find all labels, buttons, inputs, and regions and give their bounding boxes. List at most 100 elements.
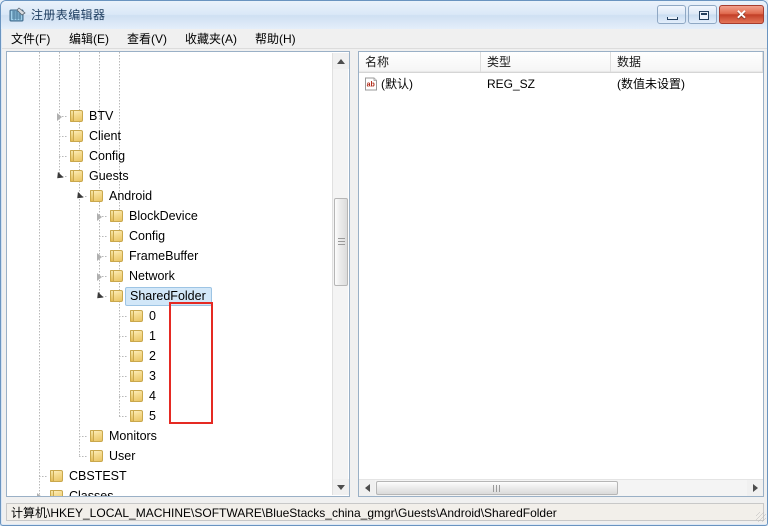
- tree-item-5[interactable]: 5: [113, 406, 156, 426]
- folder-icon: [48, 469, 65, 483]
- registry-tree: BTV Client Config Guests Android BlockDevice C…: [7, 52, 333, 496]
- expand-arrow-icon[interactable]: [33, 490, 46, 496]
- menu-edit[interactable]: 编辑(E): [64, 31, 114, 48]
- scrollbar-thumb-horizontal[interactable]: [376, 481, 618, 495]
- tree-item-label: Monitors: [109, 429, 157, 443]
- tree-item-cbstest[interactable]: CBSTEST: [33, 466, 127, 486]
- table-row[interactable]: ab (默认) REG_SZ (数值未设置): [359, 74, 763, 94]
- folder-icon: [88, 189, 105, 203]
- tree-item-client[interactable]: Client: [53, 126, 121, 146]
- menu-view[interactable]: 查看(V): [122, 31, 172, 48]
- tree-item-label: 0: [149, 309, 156, 323]
- registry-values-pane[interactable]: 名称 类型 数据 ab (默认) REG_SZ (数值未设置): [358, 51, 764, 497]
- expand-arrow-icon[interactable]: [93, 270, 106, 283]
- tree-item-label: 2: [149, 349, 156, 363]
- folder-icon: [68, 129, 85, 143]
- grip-icon: [338, 238, 345, 246]
- scroll-down-button[interactable]: [333, 479, 349, 495]
- registry-tree-pane[interactable]: BTV Client Config Guests Android BlockDevice C…: [6, 51, 350, 497]
- tree-item-config[interactable]: Config: [53, 146, 125, 166]
- menu-help[interactable]: 帮助(H): [250, 31, 301, 48]
- tree-item-framebuffer[interactable]: FrameBuffer: [93, 246, 198, 266]
- registry-editor-window: 注册表编辑器 ✕ 文件(F) 编辑(E) 查看(V) 收藏夹(A) 帮助(H): [0, 0, 768, 526]
- tree-item-btv[interactable]: BTV: [53, 106, 113, 126]
- chevron-right-icon: [752, 484, 758, 492]
- tree-item-3[interactable]: 3: [113, 366, 156, 386]
- tree-item-network[interactable]: Network: [93, 266, 175, 286]
- resize-grip-icon[interactable]: [756, 512, 766, 522]
- menu-file[interactable]: 文件(F): [6, 31, 55, 48]
- folder-icon: [108, 249, 125, 263]
- scroll-up-button[interactable]: [333, 53, 349, 69]
- value-type: REG_SZ: [487, 77, 536, 91]
- string-value-icon: ab: [364, 77, 378, 91]
- tree-item-label: 1: [149, 329, 156, 343]
- scrollbar-thumb[interactable]: [334, 198, 348, 286]
- chevron-down-icon: [337, 484, 345, 490]
- collapse-arrow-icon[interactable]: [53, 170, 66, 183]
- folder-icon: [88, 429, 105, 443]
- tree-item-label: Android: [109, 189, 153, 203]
- tree-item-sharedfolder[interactable]: SharedFolder: [93, 286, 212, 306]
- folder-icon: [108, 209, 125, 223]
- folder-icon: [128, 409, 145, 423]
- window-title: 注册表编辑器: [31, 8, 106, 22]
- collapse-arrow-icon[interactable]: [93, 290, 106, 303]
- expand-arrow-icon[interactable]: [93, 210, 106, 223]
- folder-icon: [128, 389, 145, 403]
- column-header-name[interactable]: 名称: [359, 52, 481, 72]
- window-frame: 注册表编辑器 ✕ 文件(F) 编辑(E) 查看(V) 收藏夹(A) 帮助(H): [0, 0, 768, 526]
- tree-item-guests[interactable]: Guests: [53, 166, 129, 186]
- folder-icon: [128, 309, 145, 323]
- tree-item-config[interactable]: Config: [93, 226, 165, 246]
- chevron-left-icon: [364, 484, 370, 492]
- tree-item-classes[interactable]: Classes: [33, 486, 113, 496]
- tree-item-2[interactable]: 2: [113, 346, 156, 366]
- value-name: (默认): [381, 77, 413, 91]
- close-button[interactable]: ✕: [719, 5, 764, 24]
- scroll-left-button[interactable]: [359, 480, 375, 496]
- tree-item-0[interactable]: 0: [113, 306, 156, 326]
- minimize-button[interactable]: [657, 5, 686, 24]
- tree-item-label: User: [109, 449, 136, 463]
- collapse-arrow-icon[interactable]: [73, 190, 86, 203]
- folder-icon: [108, 229, 125, 243]
- column-header-data[interactable]: 数据: [611, 52, 763, 72]
- folder-icon: [108, 289, 125, 303]
- folder-icon: [128, 329, 145, 343]
- tree-connector-stub: [39, 496, 48, 497]
- client-area: BTV Client Config Guests Android BlockDevice C…: [2, 49, 767, 500]
- restore-button[interactable]: [688, 5, 717, 24]
- expand-arrow-icon[interactable]: [53, 110, 66, 123]
- folder-icon: [128, 349, 145, 363]
- scroll-right-button[interactable]: [747, 480, 763, 496]
- tree-item-monitors[interactable]: Monitors: [73, 426, 157, 446]
- menu-bar: 文件(F) 编辑(E) 查看(V) 收藏夹(A) 帮助(H): [2, 29, 767, 49]
- tree-item-label: SharedFolder: [125, 286, 212, 306]
- folder-icon: [68, 169, 85, 183]
- tree-item-1[interactable]: 1: [113, 326, 156, 346]
- folder-icon: [108, 269, 125, 283]
- column-header-type[interactable]: 类型: [481, 52, 611, 72]
- title-bar[interactable]: 注册表编辑器 ✕: [1, 1, 767, 29]
- menu-favorites[interactable]: 收藏夹(A): [180, 31, 242, 48]
- folder-icon: [68, 149, 85, 163]
- tree-connector-line: [39, 52, 40, 496]
- tree-item-4[interactable]: 4: [113, 386, 156, 406]
- values-horizontal-scrollbar[interactable]: [359, 479, 763, 496]
- expand-arrow-icon[interactable]: [93, 250, 106, 263]
- tree-item-blockdevice[interactable]: BlockDevice: [93, 206, 198, 226]
- tree-vertical-scrollbar[interactable]: [332, 53, 349, 495]
- registry-editor-icon: [9, 7, 26, 24]
- window-controls: ✕: [657, 5, 764, 24]
- tree-item-user[interactable]: User: [73, 446, 135, 466]
- tree-item-android[interactable]: Android: [73, 186, 152, 206]
- status-path: 计算机\HKEY_LOCAL_MACHINE\SOFTWARE\BlueStac…: [6, 503, 764, 521]
